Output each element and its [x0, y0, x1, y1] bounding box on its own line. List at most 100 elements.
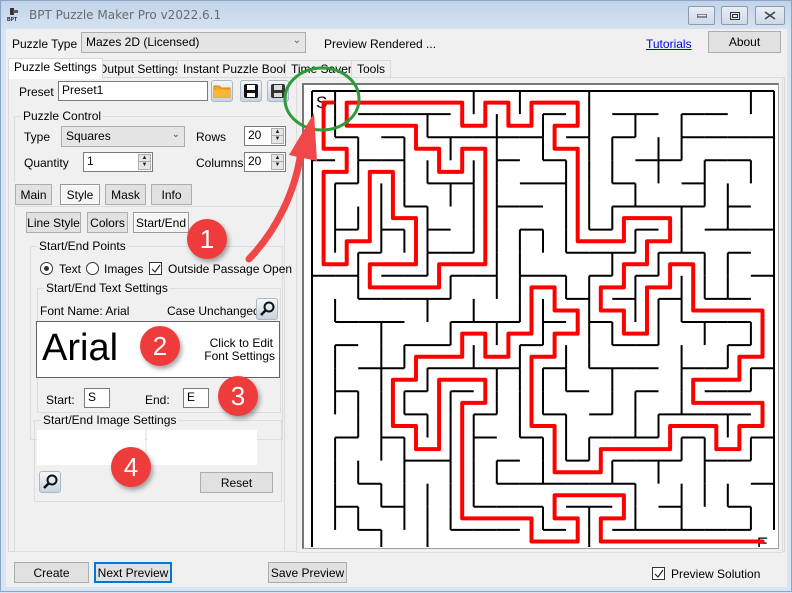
- annotation-badge-2: 2: [140, 326, 180, 366]
- columns-value: 20: [248, 154, 262, 168]
- maze-preview-frame: SE: [296, 77, 783, 553]
- maximize-icon: [729, 11, 740, 20]
- annotation-badge-3: 3: [218, 376, 258, 416]
- magnifier-icon: [43, 474, 58, 489]
- outside-passage-checkbox[interactable]: [149, 262, 162, 275]
- quantity-spin-buttons[interactable]: ▲ ▼: [138, 154, 151, 170]
- font-preview-text: Arial: [42, 327, 119, 369]
- type-label: Type: [24, 130, 51, 144]
- reset-button[interactable]: Reset: [200, 472, 273, 493]
- text-radio[interactable]: [40, 262, 53, 275]
- images-radio-label: Images: [104, 262, 144, 276]
- save-as-preset-button[interactable]: [267, 80, 289, 102]
- preview-solution-checkbox[interactable]: [652, 567, 665, 580]
- svg-text:BPT: BPT: [7, 17, 17, 22]
- end-marker-input[interactable]: E: [183, 388, 209, 408]
- quantity-value: 1: [87, 154, 94, 168]
- quantity-stepper[interactable]: 1 ▲ ▼: [83, 152, 153, 172]
- text-radio-label: Text: [59, 262, 82, 276]
- subtab-colors[interactable]: Colors: [87, 212, 128, 233]
- images-radio[interactable]: [86, 262, 99, 275]
- subtab-line-style[interactable]: Line Style: [26, 212, 81, 233]
- window-title: BPT Puzzle Maker Pro v2022.6.1: [29, 8, 222, 22]
- minimize-icon: [696, 13, 707, 17]
- puzzle-type-label: Puzzle Type: [12, 37, 78, 51]
- checkmark-icon: [654, 569, 664, 578]
- up-arrow-icon[interactable]: ▲: [272, 155, 283, 162]
- tab-puzzle-settings[interactable]: Puzzle Settings: [8, 58, 103, 79]
- preset-input[interactable]: Preset1: [58, 81, 208, 101]
- save-icon: [244, 84, 258, 98]
- preview-solution-label: Preview Solution: [671, 567, 761, 581]
- annotation-badge-4: 4: [111, 447, 151, 487]
- tab-time-saver[interactable]: Time Saver: [285, 60, 358, 78]
- end-image-slot[interactable]: [147, 430, 257, 465]
- start-label: Start:: [46, 393, 75, 407]
- columns-stepper[interactable]: 20 ▲ ▼: [244, 152, 286, 172]
- rows-stepper[interactable]: 20 ▲ ▼: [244, 126, 286, 146]
- type-select[interactable]: Squares ⌄: [61, 126, 185, 147]
- outside-passage-label: Outside Passage Open: [168, 262, 293, 276]
- tab-instant-puzzle-books[interactable]: Instant Puzzle Books: [177, 60, 302, 78]
- font-name-label: Font Name: Arial: [40, 304, 130, 318]
- checkmark-icon: [151, 264, 161, 273]
- tutorials-link[interactable]: Tutorials: [646, 37, 692, 51]
- open-folder-icon: [213, 85, 231, 98]
- minimize-button[interactable]: [688, 6, 715, 25]
- end-label: End:: [145, 393, 170, 407]
- subtab-start-end[interactable]: Start/End: [133, 212, 189, 233]
- next-preview-button[interactable]: Next Preview: [94, 562, 172, 583]
- image-search-button[interactable]: [39, 471, 61, 493]
- save-preview-button[interactable]: Save Preview: [268, 562, 347, 583]
- maze-preview: SE: [302, 83, 779, 549]
- maximize-button[interactable]: [721, 6, 748, 25]
- columns-spin-buttons[interactable]: ▲ ▼: [271, 154, 284, 170]
- rows-spin-buttons[interactable]: ▲ ▼: [271, 128, 284, 144]
- preset-value: Preset1: [62, 83, 104, 97]
- type-value: Squares: [66, 129, 111, 143]
- rows-value: 20: [248, 128, 262, 142]
- puzzle-type-value: Mazes 2D (Licensed): [86, 35, 200, 49]
- up-arrow-icon[interactable]: ▲: [139, 155, 150, 162]
- chevron-down-icon: ⌄: [171, 129, 180, 140]
- font-search-button[interactable]: [256, 298, 278, 320]
- open-preset-button[interactable]: [211, 80, 233, 102]
- down-arrow-icon[interactable]: ▼: [139, 162, 150, 169]
- edit-hint-line2: Font Settings: [204, 349, 275, 363]
- create-button[interactable]: Create: [14, 562, 89, 583]
- down-arrow-icon[interactable]: ▼: [272, 162, 283, 169]
- tab-output-settings[interactable]: Output Settings: [92, 60, 187, 78]
- case-label: Case Unchanged: [167, 304, 260, 318]
- magnifier-icon: [260, 301, 275, 316]
- quantity-label: Quantity: [24, 156, 69, 170]
- start-end-points-title: Start/End Points: [37, 239, 128, 253]
- status-text: Preview Rendered ...: [324, 37, 437, 51]
- title-bar[interactable]: BPT BPT Puzzle Maker Pro v2022.6.1: [1, 1, 791, 29]
- edit-hint-line1: Click to Edit: [209, 336, 273, 350]
- subtab-mask[interactable]: Mask: [105, 184, 146, 205]
- save-as-icon: [271, 84, 285, 98]
- subtab-main[interactable]: Main: [15, 184, 52, 205]
- annotation-badge-1: 1: [187, 219, 227, 259]
- start-marker-input[interactable]: S: [84, 388, 110, 408]
- end-marker-value: E: [187, 390, 196, 404]
- down-arrow-icon[interactable]: ▼: [272, 136, 283, 143]
- close-icon: [764, 11, 776, 20]
- save-preset-button[interactable]: [240, 80, 262, 102]
- image-settings-title: Start/End Image Settings: [41, 413, 179, 427]
- up-arrow-icon[interactable]: ▲: [272, 129, 283, 136]
- puzzle-control-title: Puzzle Control: [21, 109, 104, 123]
- app-window: BPT BPT Puzzle Maker Pro v2022.6.1 Puzzl…: [0, 0, 792, 592]
- app-icon: BPT: [7, 8, 21, 23]
- subtab-info[interactable]: Info: [151, 184, 192, 205]
- subtab-style[interactable]: Style: [60, 184, 100, 205]
- preset-label: Preset: [19, 85, 54, 99]
- columns-label: Columns: [196, 156, 244, 170]
- text-settings-title: Start/End Text Settings: [44, 281, 170, 295]
- about-button[interactable]: About: [708, 31, 781, 53]
- rows-label: Rows: [196, 130, 227, 144]
- tab-tools[interactable]: Tools: [351, 60, 392, 78]
- puzzle-type-select[interactable]: Mazes 2D (Licensed) ⌄: [81, 32, 306, 53]
- close-button[interactable]: [755, 6, 785, 25]
- chevron-down-icon: ⌄: [292, 35, 301, 46]
